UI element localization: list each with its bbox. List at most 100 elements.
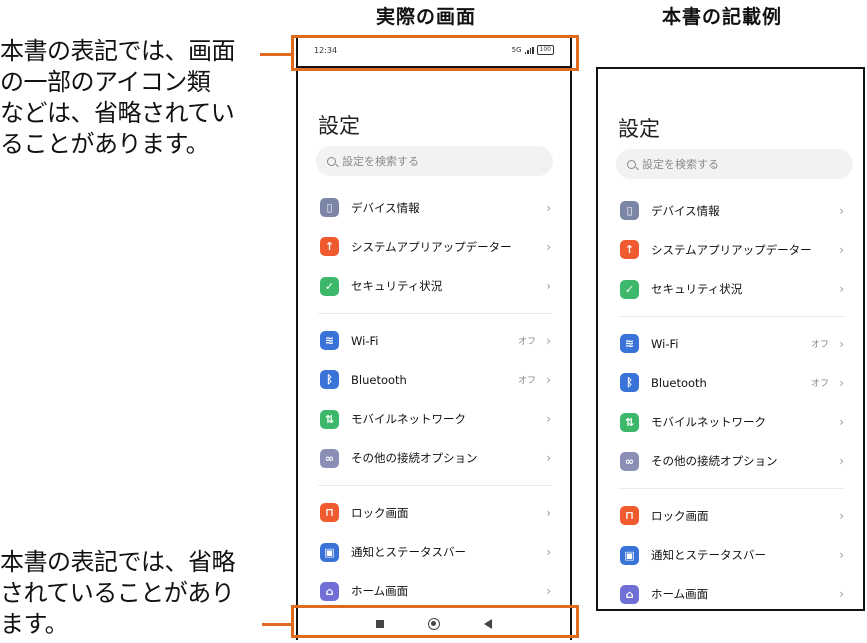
manual-example-heading: 本書の記載例 (662, 6, 783, 28)
wifi-icon: ≋ (620, 334, 639, 354)
navigation-bar-connector (262, 623, 292, 626)
settings-item[interactable]: ⊓ ロック画面 › (298, 493, 570, 532)
settings-item-status: オフ (810, 340, 829, 351)
settings-item-label: セキュリティ状況 (351, 279, 443, 294)
link-icon: ∞ (320, 448, 339, 468)
chevron-right-icon: › (546, 372, 551, 387)
settings-item-status: オフ (517, 337, 536, 348)
device-icon: ▯ (620, 201, 639, 221)
update-arrow-icon: ↑ (320, 237, 339, 257)
settings-item[interactable]: ⌂ ホーム画面 › (598, 575, 863, 609)
settings-item[interactable]: ᛒ Bluetooth オフ › (598, 363, 863, 402)
settings-item[interactable]: ▣ 通知とステータスバー › (298, 532, 570, 571)
actual-phone-screen: 12:34 5G 100 設定 設定を検索する ▯ デバイス情報 › ↑ システムアプリ… (296, 38, 572, 640)
section-divider (318, 312, 552, 314)
settings-item-label: システムアプリアップデーター (351, 239, 512, 254)
settings-item-label: ホーム画面 (351, 584, 409, 599)
mobile-network-icon: ⇅ (320, 409, 339, 429)
bluetooth-icon: ᛒ (320, 370, 339, 390)
settings-item[interactable]: ≋ Wi-Fi オフ › (298, 321, 570, 360)
status-bar-note: 本書の表記では、画面 の一部のアイコン類 などは、省略されてい ることがあります… (0, 37, 236, 158)
settings-item[interactable]: ▯ デバイス情報 › (598, 191, 863, 230)
notification-icon: ▣ (320, 542, 339, 562)
chevron-right-icon: › (546, 200, 551, 215)
section-divider (318, 485, 552, 487)
settings-item-label: Bluetooth (351, 372, 407, 387)
bluetooth-icon: ᛒ (620, 373, 639, 393)
settings-item-label: その他の接続オプション (651, 454, 778, 469)
chevron-right-icon: › (839, 508, 844, 523)
settings-item-label: ロック画面 (651, 508, 709, 523)
settings-search-bar[interactable]: 設定を検索する (616, 149, 853, 179)
search-placeholder: 設定を検索する (342, 155, 419, 168)
chevron-right-icon: › (839, 454, 844, 469)
section-divider (618, 488, 845, 490)
manual-example-screen: 設定 設定を検索する ▯ デバイス情報 › ↑ システムアプリアップデーター › ✓ セキュリ… (596, 67, 865, 611)
settings-item[interactable]: ᛒ Bluetooth オフ › (298, 360, 570, 399)
settings-item-label: セキュリティ状況 (651, 282, 743, 297)
settings-item[interactable]: ≋ Wi-Fi オフ › (598, 324, 863, 363)
status-bar-connector (260, 53, 292, 56)
link-icon: ∞ (620, 451, 639, 471)
mobile-network-icon: ⇅ (620, 412, 639, 432)
chevron-right-icon: › (839, 203, 844, 218)
chevron-right-icon: › (546, 451, 551, 466)
settings-item[interactable]: ⇅ モバイルネットワーク › (298, 399, 570, 438)
settings-item-label: ホーム画面 (651, 587, 709, 602)
settings-item[interactable]: ▣ 通知とステータスバー › (598, 535, 863, 574)
shield-check-icon: ✓ (620, 279, 639, 299)
settings-item[interactable]: ✓ セキュリティ状況 › (598, 270, 863, 309)
search-icon (327, 156, 336, 166)
settings-item-label: モバイルネットワーク (351, 412, 466, 427)
chevron-right-icon: › (839, 415, 844, 430)
home-icon: ⌂ (320, 581, 339, 601)
settings-list: ▯ デバイス情報 › ↑ システムアプリアップデーター › ✓ セキュリティ状況 › ≋ Wi-Fi… (598, 191, 863, 609)
chevron-right-icon: › (546, 279, 551, 294)
settings-item-label: モバイルネットワーク (651, 415, 766, 430)
settings-item-label: Wi-Fi (651, 336, 679, 351)
settings-item[interactable]: ▯ デバイス情報 › (298, 188, 570, 227)
chevron-right-icon: › (839, 336, 844, 351)
lock-icon: ⊓ (320, 503, 339, 523)
chevron-right-icon: › (839, 548, 844, 563)
settings-title: 設定 (318, 114, 360, 138)
settings-item-label: デバイス情報 (651, 203, 720, 218)
shield-check-icon: ✓ (320, 276, 339, 296)
settings-item[interactable]: ↑ システムアプリアップデーター › (298, 227, 570, 266)
status-bar-callout (291, 35, 579, 71)
settings-item-label: システムアプリアップデーター (651, 242, 812, 257)
settings-item[interactable]: ✓ セキュリティ状況 › (298, 267, 570, 306)
settings-item[interactable]: ↑ システムアプリアップデーター › (598, 230, 863, 269)
wifi-icon: ≋ (320, 331, 339, 351)
home-icon: ⌂ (620, 584, 639, 604)
notification-icon: ▣ (620, 545, 639, 565)
settings-item-label: 通知とステータスバー (651, 548, 766, 563)
settings-search-bar[interactable]: 設定を検索する (316, 146, 553, 176)
settings-item-label: その他の接続オプション (351, 451, 478, 466)
settings-item[interactable]: ∞ その他の接続オプション › (298, 439, 570, 478)
settings-item-label: 通知とステータスバー (351, 545, 466, 560)
actual-screen-heading: 実際の画面 (376, 6, 477, 28)
chevron-right-icon: › (546, 333, 551, 348)
search-placeholder: 設定を検索する (642, 158, 719, 171)
settings-screen: 設定 設定を検索する ▯ デバイス情報 › ↑ システムアプリアップデーター › ✓ セキュリ… (298, 68, 570, 606)
update-arrow-icon: ↑ (620, 240, 639, 260)
search-icon (627, 159, 636, 169)
device-icon: ▯ (320, 198, 339, 218)
chevron-right-icon: › (546, 545, 551, 560)
settings-item[interactable]: ⊓ ロック画面 › (598, 496, 863, 535)
settings-title: 設定 (618, 117, 660, 141)
settings-item[interactable]: ∞ その他の接続オプション › (598, 442, 863, 481)
settings-item-status: オフ (517, 376, 536, 387)
chevron-right-icon: › (546, 584, 551, 599)
chevron-right-icon: › (546, 505, 551, 520)
settings-item[interactable]: ⇅ モバイルネットワーク › (598, 402, 863, 441)
settings-item-status: オフ (810, 379, 829, 390)
settings-item-label: デバイス情報 (351, 200, 420, 215)
settings-item-label: Wi-Fi (351, 333, 379, 348)
chevron-right-icon: › (546, 239, 551, 254)
settings-item-label: Bluetooth (651, 375, 707, 390)
chevron-right-icon: › (839, 375, 844, 390)
chevron-right-icon: › (546, 412, 551, 427)
navigation-bar-note: 本書の表記では、省略 されていることがあり ます。 (0, 548, 236, 638)
